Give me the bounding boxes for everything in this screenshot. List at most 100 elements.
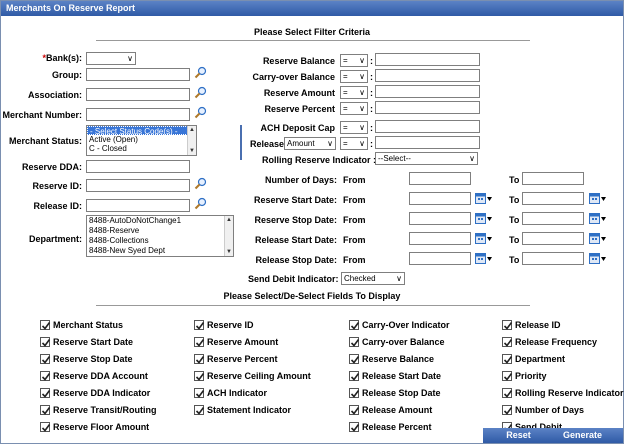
release-start-to-input[interactable] [522, 232, 584, 245]
reserve-start-from-input[interactable] [409, 192, 471, 205]
association-search-icon[interactable] [194, 86, 207, 99]
merchant-number-input[interactable] [86, 108, 190, 121]
list-item[interactable]: 8488-Reserve [87, 226, 233, 236]
list-item[interactable]: 8488-AutoDoNotChange1 [87, 216, 233, 226]
calendar-icon[interactable] [475, 193, 492, 204]
reserve-balance-operator[interactable]: = ∨ [340, 54, 368, 67]
reserve-stop-to-input[interactable] [522, 212, 584, 225]
calendar-icon[interactable] [589, 253, 606, 264]
association-input[interactable] [86, 88, 190, 101]
group-search-icon[interactable] [194, 66, 207, 79]
release-field-select[interactable]: Amount ∨ [284, 137, 336, 150]
field-checkbox[interactable] [194, 320, 205, 330]
scroll-up-icon[interactable]: ▲ [188, 126, 196, 134]
field-checkbox-label: Department [515, 354, 566, 364]
reserve-id-search-icon[interactable] [194, 177, 207, 190]
field-checkbox-label: Reserve Ceiling Amount [207, 371, 311, 381]
release-value-input[interactable] [375, 136, 480, 149]
reserve-id-input[interactable] [86, 179, 190, 192]
generate-button[interactable]: Generate [555, 428, 610, 443]
field-checkbox[interactable] [194, 405, 205, 415]
release-id-input[interactable] [86, 199, 190, 212]
calendar-icon[interactable] [475, 233, 492, 244]
field-checkbox[interactable] [40, 405, 51, 415]
field-checkbox[interactable] [40, 388, 51, 398]
reserve-dda-input[interactable] [86, 160, 190, 173]
to-label: To [509, 195, 520, 205]
field-checkbox[interactable] [502, 371, 513, 381]
carryover-balance-operator[interactable]: = ∨ [340, 70, 368, 83]
carryover-balance-input[interactable] [375, 69, 480, 82]
reserve-percent-operator[interactable]: = ∨ [340, 102, 368, 115]
field-checkbox[interactable] [40, 337, 51, 347]
reserve-start-to-input[interactable] [522, 192, 584, 205]
field-checkbox[interactable] [194, 388, 205, 398]
list-item[interactable]: - Select Status Code(s) - [87, 126, 196, 136]
scrollbar[interactable]: ▲ ▼ [187, 126, 196, 155]
rolling-reserve-select[interactable]: --Select-- ∨ [375, 152, 478, 165]
ach-deposit-cap-input[interactable] [375, 120, 480, 133]
scroll-down-icon[interactable]: ▼ [188, 147, 196, 155]
release-operator[interactable]: = ∨ [340, 137, 368, 150]
reserve-stop-from-input[interactable] [409, 212, 471, 225]
reserve-amount-operator[interactable]: = ∨ [340, 86, 368, 99]
field-checkbox[interactable] [40, 354, 51, 364]
field-checkbox[interactable] [349, 337, 360, 347]
field-checkbox[interactable] [40, 371, 51, 381]
heading-divider [96, 305, 530, 306]
release-stop-from-input[interactable] [409, 252, 471, 265]
field-checkbox[interactable] [349, 371, 360, 381]
scrollbar[interactable]: ▲ ▼ [224, 216, 233, 256]
field-checkbox[interactable] [502, 405, 513, 415]
field-checkbox[interactable] [349, 320, 360, 330]
calendar-icon[interactable] [589, 193, 606, 204]
chevron-down-icon: ∨ [396, 274, 402, 283]
field-checkbox[interactable] [502, 320, 513, 330]
field-checkbox[interactable] [502, 354, 513, 364]
reserve-amount-input[interactable] [375, 85, 480, 98]
field-checkbox[interactable] [349, 422, 360, 432]
merchant-status-listbox[interactable]: - Select Status Code(s) - Active (Open) … [86, 125, 197, 156]
calendar-icon[interactable] [589, 213, 606, 224]
field-checkbox-label: Release Amount [362, 405, 433, 415]
list-item[interactable]: C - Closed [87, 144, 196, 153]
bank-select[interactable]: ∨ [86, 52, 136, 65]
group-input[interactable] [86, 68, 190, 81]
field-checkbox[interactable] [349, 354, 360, 364]
release-start-from-input[interactable] [409, 232, 471, 245]
ach-deposit-cap-operator[interactable]: = ∨ [340, 121, 368, 134]
merchant-number-search-icon[interactable] [194, 106, 207, 119]
scroll-up-icon[interactable]: ▲ [225, 216, 233, 224]
checkmark-icon [195, 339, 205, 347]
scroll-down-icon[interactable]: ▼ [225, 248, 233, 256]
reset-button[interactable]: Reset [496, 428, 541, 443]
release-stop-to-input[interactable] [522, 252, 584, 265]
send-debit-indicator-select[interactable]: Checked ∨ [341, 272, 405, 285]
field-checkbox[interactable] [502, 337, 513, 347]
field-checkbox[interactable] [194, 371, 205, 381]
reserve-balance-input[interactable] [375, 53, 480, 66]
field-checkbox[interactable] [194, 337, 205, 347]
calendar-icon[interactable] [475, 213, 492, 224]
field-checkbox[interactable] [194, 354, 205, 364]
reserve-percent-label: Reserve Percent [264, 104, 335, 114]
number-of-days-from-input[interactable] [409, 172, 471, 185]
field-checkbox[interactable] [40, 422, 51, 432]
field-checkbox[interactable] [40, 320, 51, 330]
list-item[interactable]: 8488-Collections [87, 236, 233, 246]
field-checkbox[interactable] [349, 405, 360, 415]
calendar-icon[interactable] [589, 233, 606, 244]
reserve-amount-label: Reserve Amount [263, 88, 335, 98]
reserve-dda-label: Reserve DDA: [21, 162, 82, 172]
calendar-icon[interactable] [475, 253, 492, 264]
release-id-search-icon[interactable] [194, 197, 207, 210]
field-checkbox[interactable] [502, 388, 513, 398]
reserve-percent-input[interactable] [375, 101, 480, 114]
to-label: To [509, 175, 520, 185]
from-label: From [343, 235, 366, 245]
department-listbox[interactable]: 8488-AutoDoNotChange1 8488-Reserve 8488-… [86, 215, 234, 257]
list-item[interactable]: Active (Open) [87, 135, 196, 144]
list-item[interactable]: 8488-New Syed Dept [87, 246, 233, 256]
number-of-days-to-input[interactable] [522, 172, 584, 185]
field-checkbox[interactable] [349, 388, 360, 398]
